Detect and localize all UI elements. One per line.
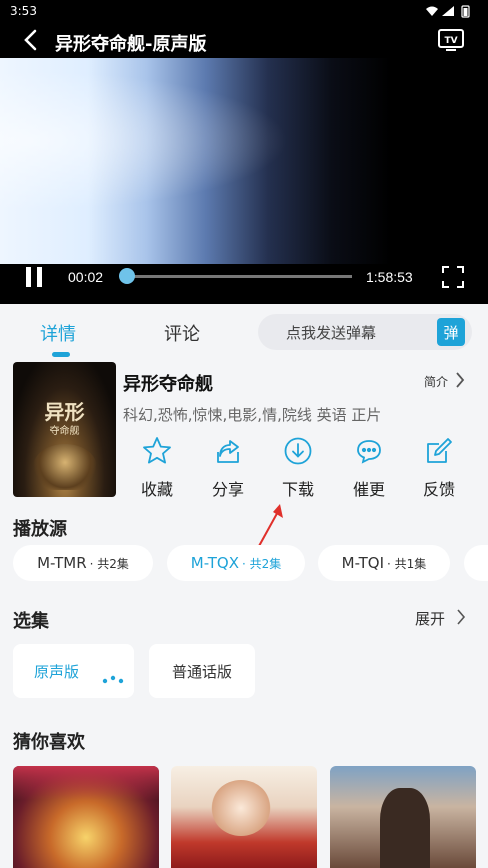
star-icon [142,437,172,470]
expand-link[interactable]: 展开 [415,608,445,629]
tab-indicator [52,352,70,357]
status-icons [424,3,480,22]
favorite-button[interactable]: 收藏 [127,436,187,500]
episode-label: 原声版 [34,662,80,681]
progress-handle[interactable] [118,268,135,284]
back-icon[interactable] [22,29,40,55]
episode-item[interactable]: 普通话版 [149,644,255,698]
movie-poster[interactable]: 异形 夺命舰 [13,362,116,497]
video-frame [0,58,488,264]
status-time: 3:53 [10,4,37,18]
movie-meta: 科幻,恐怖,惊悚,电影,情,院线 英语 正片 [123,406,382,424]
video-player[interactable]: 3:53 异形夺命舰-原声版 TV 00:02 1:58:53 [0,0,488,304]
chevron-right-icon[interactable] [455,372,465,392]
feedback-button[interactable]: 反馈 [409,436,469,500]
video-title: 异形夺命舰-原声版 [55,34,207,55]
download-icon [283,437,313,470]
source-count: · 共2集 [89,556,129,571]
fullscreen-icon[interactable] [442,266,464,292]
share-button[interactable]: 分享 [198,436,258,500]
recommend-card-poster [380,788,430,868]
pause-icon[interactable] [24,266,44,292]
duration: 1:58:53 [366,269,413,285]
episodes-title: 选集 [13,611,49,632]
sources-title: 播放源 [13,519,67,540]
recommend-card[interactable] [330,766,476,868]
urge-icon [354,440,384,470]
episode-item-active[interactable]: 原声版 [13,644,134,698]
urge-update-label: 催更 [352,480,385,499]
movie-title: 异形夺命舰 [123,374,213,395]
favorite-label: 收藏 [140,480,173,499]
tab-details[interactable]: 详情 [40,320,76,346]
source-count: · 共1集 [387,556,427,571]
source-item[interactable]: M-TQI · 共1集 [318,545,450,581]
poster-artwork [33,444,97,490]
danmu-send-button[interactable]: 弹 [437,318,465,346]
svg-text:TV: TV [444,36,457,46]
feedback-label: 反馈 [422,480,455,499]
progress-track[interactable] [122,275,352,278]
source-name: M-TMR [37,554,87,572]
feedback-icon [424,438,454,470]
download-button[interactable]: 下载 [268,436,328,500]
source-name: M-TQX [190,554,239,572]
chevron-right-icon[interactable] [456,609,466,629]
recommend-title: 猜你喜欢 [13,732,85,753]
poster-subtitle: 夺命舰 [49,426,80,437]
recommend-card[interactable] [13,766,159,868]
episode-label: 普通话版 [171,662,232,681]
recommend-card-poster [211,780,271,836]
share-icon [213,440,243,470]
recommend-card[interactable] [171,766,317,868]
intro-link[interactable]: 简介 [424,373,448,390]
source-item-partial[interactable] [464,545,488,581]
poster-title: 异形 [44,400,85,424]
source-count: · 共2集 [241,556,282,571]
danmu-placeholder: 点我发送弹幕 [286,324,377,342]
tv-cast-icon[interactable]: TV [437,28,465,56]
urge-update-button[interactable]: 催更 [339,436,399,500]
tab-comments[interactable]: 评论 [164,320,200,346]
current-time: 00:02 [68,269,104,285]
source-item[interactable]: M-TMR · 共2集 [13,545,153,581]
source-name: M-TQI [341,554,385,572]
recommend-card-poster [13,766,159,800]
source-item-active[interactable]: M-TQX · 共2集 [167,545,305,581]
playing-indicator-icon [102,671,124,689]
